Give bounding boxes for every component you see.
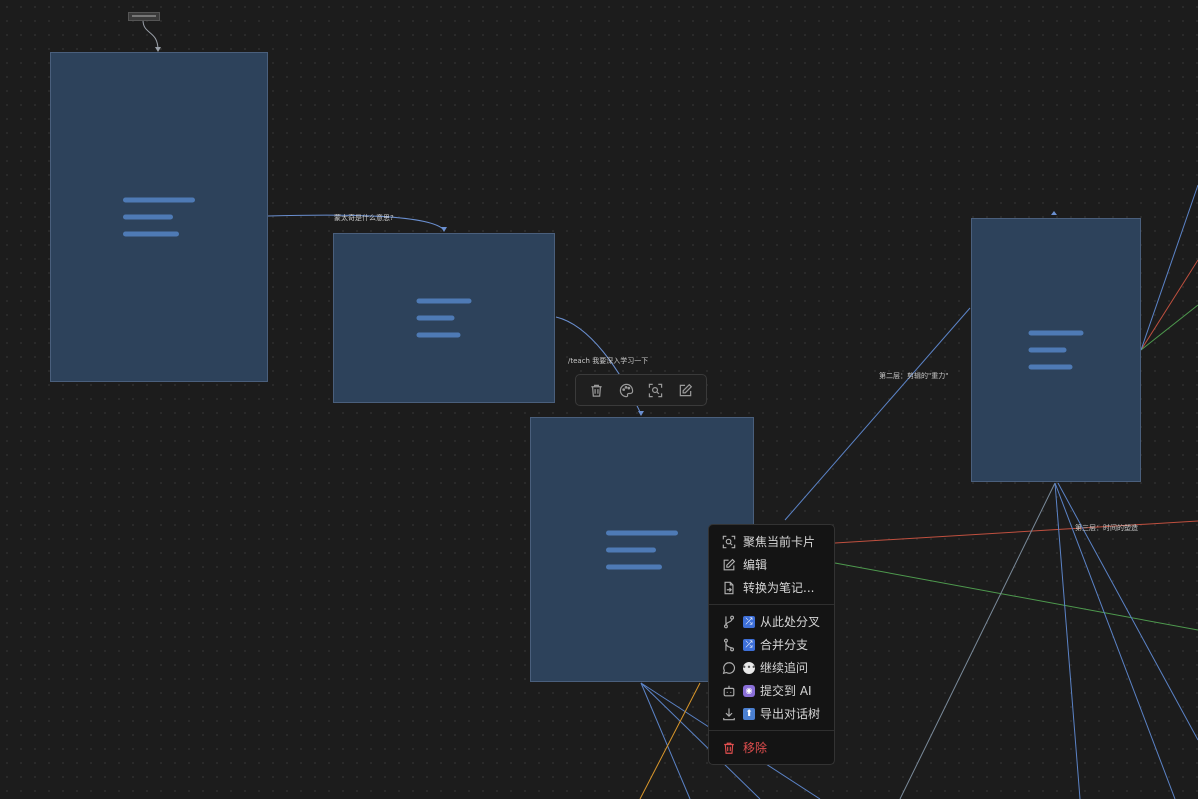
edge-label-2: /teach 我要深入学习一下 xyxy=(568,357,649,365)
palette-icon[interactable] xyxy=(615,379,637,401)
card-placeholder-lines xyxy=(416,287,472,350)
menu-divider xyxy=(709,604,834,605)
canvas[interactable]: 蒙太奇是什么意思? /teach 我要深入学习一下 第二层：剪辑的"重力" 第三… xyxy=(0,0,1198,799)
edge-root-card1 xyxy=(142,19,159,51)
chat-bubble-icon xyxy=(721,660,737,676)
edge-label-3: 第二层：剪辑的"重力" xyxy=(879,372,949,380)
edge-card4-bottom-4 xyxy=(1057,482,1198,741)
arrow-head xyxy=(441,227,447,232)
git-branch-icon xyxy=(721,614,737,630)
menu-item-label: 编辑 xyxy=(743,558,768,572)
file-export-icon xyxy=(721,580,737,596)
shuffle-emoji-icon: ⤮ xyxy=(743,615,755,628)
trash-icon[interactable] xyxy=(586,379,608,401)
menu-item-focus[interactable]: 聚焦当前卡片 xyxy=(709,530,834,553)
menu-item-label: 聚焦当前卡片 xyxy=(743,535,816,549)
menu-item-label: 导出对话树 xyxy=(760,707,821,721)
menu-item-submit-ai[interactable]: ◉ 提交到 AI xyxy=(709,679,834,702)
menu-item-label: 继续追问 xyxy=(760,661,809,675)
edge-label-4: 第三层：时间的塑造 xyxy=(1075,524,1138,532)
edge-label-1: 蒙太奇是什么意思? xyxy=(334,214,394,222)
arrow-head xyxy=(1051,211,1057,215)
edge-card4-right-2 xyxy=(1140,304,1198,351)
menu-item-merge[interactable]: ⤮ 合并分支 xyxy=(709,633,834,656)
menu-item-followup[interactable]: ••• 继续追问 xyxy=(709,656,834,679)
speech-balloon-emoji-icon: ••• xyxy=(741,661,757,674)
outbox-tray-emoji-icon: ⬆ xyxy=(743,707,755,720)
menu-item-remove[interactable]: 移除 xyxy=(709,736,834,759)
edge-card3-bottom-4 xyxy=(639,682,701,799)
card-placeholder-lines xyxy=(1028,319,1084,382)
card-1[interactable] xyxy=(50,52,268,382)
context-menu: 聚焦当前卡片 编辑 转换为笔记... ⤮ 从此处分叉 ⤮ 合并分支 ••• 继续… xyxy=(708,524,835,765)
menu-item-label: 合并分支 xyxy=(760,638,809,652)
edge-card4-bottom-1 xyxy=(899,482,1056,799)
menu-item-export[interactable]: ⬆ 导出对话树 xyxy=(709,702,834,725)
menu-item-edit[interactable]: 编辑 xyxy=(709,553,834,576)
edit-icon[interactable] xyxy=(674,379,696,401)
arrow-head xyxy=(638,411,644,416)
card-placeholder-lines xyxy=(123,186,195,249)
edge-card4-right-3 xyxy=(1140,184,1198,351)
git-merge-icon xyxy=(721,637,737,653)
card-toolbar xyxy=(575,374,707,406)
focus-icon xyxy=(721,534,737,550)
card-4[interactable] xyxy=(971,218,1141,482)
focus-icon[interactable] xyxy=(645,379,667,401)
shuffle-emoji-icon: ⤮ xyxy=(743,638,755,651)
menu-item-convert[interactable]: 转换为笔记... xyxy=(709,576,834,599)
edge-card4-right-1 xyxy=(1140,259,1198,351)
edge-red xyxy=(834,520,1198,544)
robot-emoji-icon: ◉ xyxy=(743,684,755,697)
card-2[interactable] xyxy=(333,233,555,403)
root-node[interactable] xyxy=(128,12,160,21)
download-icon xyxy=(721,706,737,722)
trash-icon xyxy=(721,740,737,756)
edge-card3-card4 xyxy=(784,307,971,521)
menu-item-branch[interactable]: ⤮ 从此处分叉 xyxy=(709,610,834,633)
edge-green xyxy=(834,562,1198,631)
menu-item-label: 移除 xyxy=(743,741,768,755)
menu-item-label: 提交到 AI xyxy=(760,684,812,698)
card-placeholder-lines xyxy=(606,518,678,581)
menu-item-label: 转换为笔记... xyxy=(743,581,815,595)
edge-card3-bottom-1 xyxy=(640,682,691,799)
bot-icon xyxy=(721,683,737,699)
edit-icon xyxy=(721,557,737,573)
menu-item-label: 从此处分叉 xyxy=(760,615,821,629)
menu-divider xyxy=(709,730,834,731)
